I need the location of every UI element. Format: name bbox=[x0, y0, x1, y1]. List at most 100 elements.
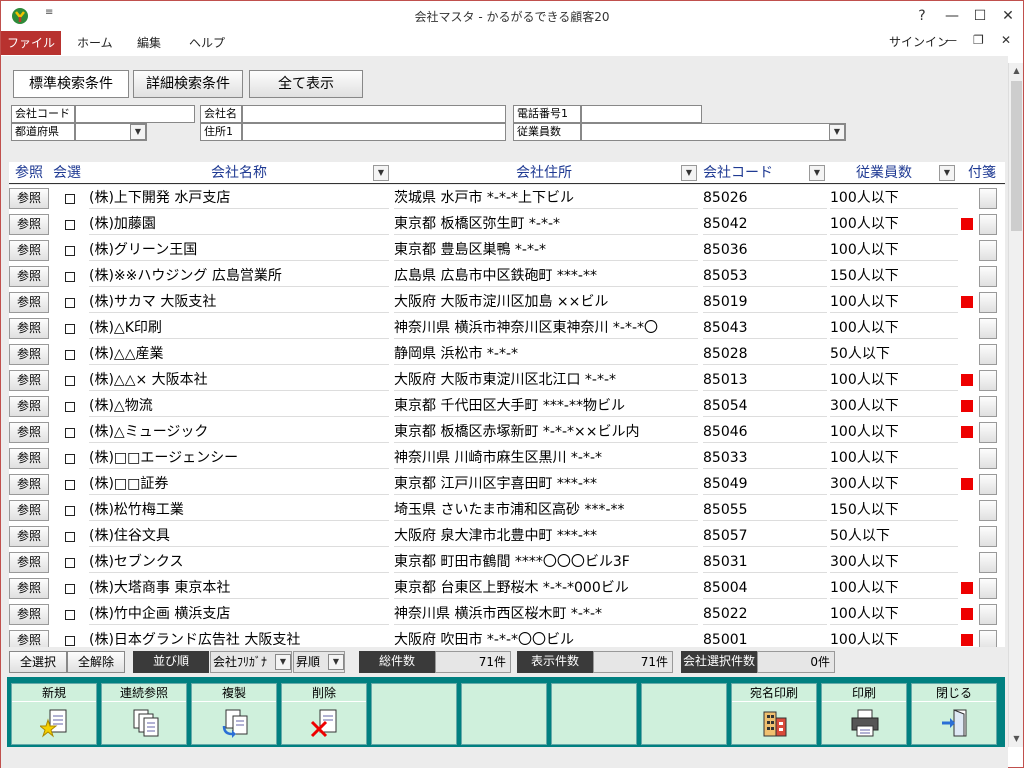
row-select-checkbox[interactable] bbox=[65, 558, 75, 568]
row-select-checkbox[interactable] bbox=[65, 402, 75, 412]
tab-help[interactable]: ヘルプ bbox=[181, 31, 233, 55]
row-ref-button[interactable]: 参照 bbox=[9, 526, 49, 547]
row-select-checkbox[interactable] bbox=[65, 220, 75, 230]
sort-field-dropdown-icon[interactable]: ▼ bbox=[275, 654, 291, 670]
table-row[interactable]: 参照 (株)△△産業 静岡県 浜松市 *-*-* 85028 50人以下 bbox=[9, 341, 1005, 367]
row-tag-button[interactable] bbox=[979, 474, 997, 495]
close-button[interactable]: ✕ bbox=[993, 1, 1023, 31]
row-ref-button[interactable]: 参照 bbox=[9, 292, 49, 313]
row-tag-button[interactable] bbox=[979, 500, 997, 521]
row-tag-button[interactable] bbox=[979, 370, 997, 391]
row-ref-button[interactable]: 参照 bbox=[9, 578, 49, 599]
ribbon-minimize-button[interactable]: — bbox=[945, 33, 957, 47]
company-name-input[interactable] bbox=[242, 105, 506, 123]
row-ref-button[interactable]: 参照 bbox=[9, 422, 49, 443]
row-ref-button[interactable]: 参照 bbox=[9, 266, 49, 287]
row-ref-button[interactable]: 参照 bbox=[9, 500, 49, 521]
row-ref-button[interactable]: 参照 bbox=[9, 630, 49, 647]
table-row[interactable]: 参照 (株)□□エージェンシー 神奈川県 川崎市麻生区黒川 *-*-* 85033 10… bbox=[9, 445, 1005, 471]
table-row[interactable]: 参照 (株)住谷文具 大阪府 泉大津市北豊中町 ***-** 85057 50人以下 bbox=[9, 523, 1005, 549]
row-select-checkbox[interactable] bbox=[65, 298, 75, 308]
table-row[interactable]: 参照 (株)松竹梅工業 埼玉県 さいたま市浦和区高砂 ***-** 85055 150人… bbox=[9, 497, 1005, 523]
employees-filter-icon[interactable]: ▼ bbox=[939, 165, 955, 181]
tab-edit[interactable]: 編集 bbox=[129, 31, 169, 55]
row-tag-button[interactable] bbox=[979, 630, 997, 647]
row-select-checkbox[interactable] bbox=[65, 636, 75, 646]
row-tag-button[interactable] bbox=[979, 604, 997, 625]
row-tag-button[interactable] bbox=[979, 552, 997, 573]
row-ref-button[interactable]: 参照 bbox=[9, 448, 49, 469]
row-tag-button[interactable] bbox=[979, 214, 997, 235]
standard-search-tab[interactable]: 標準検索条件 bbox=[13, 70, 129, 98]
row-select-checkbox[interactable] bbox=[65, 480, 75, 490]
row-tag-button[interactable] bbox=[979, 422, 997, 443]
phone1-input[interactable] bbox=[581, 105, 702, 123]
table-row[interactable]: 参照 (株)△K印刷 神奈川県 横浜市神奈川区東神奈川 *-*-*〇 85043 100… bbox=[9, 315, 1005, 341]
row-select-checkbox[interactable] bbox=[65, 532, 75, 542]
table-row[interactable]: 参照 (株)加藤園 東京都 板橋区弥生町 *-*-* 85042 100人以下 bbox=[9, 211, 1005, 237]
close-form-button[interactable]: 閉じる bbox=[911, 683, 997, 745]
table-row[interactable]: 参照 (株)グリーン王国 東京都 豊島区巣鴨 *-*-* 85036 100人以下 bbox=[9, 237, 1005, 263]
col-employees[interactable]: 従業員数 bbox=[829, 162, 939, 184]
row-tag-button[interactable] bbox=[979, 240, 997, 261]
row-tag-button[interactable] bbox=[979, 266, 997, 287]
detailed-search-tab[interactable]: 詳細検索条件 bbox=[133, 70, 243, 98]
col-company-address[interactable]: 会社住所 bbox=[394, 162, 694, 184]
table-row[interactable]: 参照 (株)大塔商事 東京本社 東京都 台東区上野桜木 *-*-*000ビル 8500… bbox=[9, 575, 1005, 601]
select-all-button[interactable]: 全選択 bbox=[9, 651, 67, 673]
table-row[interactable]: 参照 (株)セブンクス 東京都 町田市鶴間 ****〇〇〇ビル3F 85031 300人… bbox=[9, 549, 1005, 575]
row-tag-button[interactable] bbox=[979, 448, 997, 469]
row-select-checkbox[interactable] bbox=[65, 584, 75, 594]
table-row[interactable]: 参照 (株)※※ハウジング 広島営業所 広島県 広島市中区鉄砲町 ***-** 850… bbox=[9, 263, 1005, 289]
table-row[interactable]: 参照 (株)上下開発 水戸支店 茨城県 水戸市 *-*-*上下ビル 85026 100人… bbox=[9, 185, 1005, 211]
company-code-input[interactable] bbox=[75, 105, 195, 123]
col-company-code[interactable]: 会社コード bbox=[701, 162, 811, 184]
row-tag-button[interactable] bbox=[979, 318, 997, 339]
table-row[interactable]: 参照 (株)△ミュージック 東京都 板橋区赤塚新町 *-*-*××ビル内 85046 1… bbox=[9, 419, 1005, 445]
row-select-checkbox[interactable] bbox=[65, 610, 75, 620]
continuous-ref-button[interactable]: 連続参照 bbox=[101, 683, 187, 745]
scroll-up-icon[interactable]: ▲ bbox=[1009, 63, 1024, 79]
ribbon-restore-button[interactable]: ❐ bbox=[973, 33, 984, 47]
tab-file[interactable]: ファイル bbox=[1, 31, 61, 55]
sort-order-dropdown-icon[interactable]: ▼ bbox=[328, 654, 344, 670]
row-ref-button[interactable]: 参照 bbox=[9, 318, 49, 339]
tab-home[interactable]: ホーム bbox=[69, 31, 121, 55]
table-row[interactable]: 参照 (株)日本グランド広告社 大阪支社 大阪府 吹田市 *-*-*〇〇ビル 8500… bbox=[9, 627, 1005, 647]
row-tag-button[interactable] bbox=[979, 292, 997, 313]
name-filter-icon[interactable]: ▼ bbox=[373, 165, 389, 181]
copy-button[interactable]: 複製 bbox=[191, 683, 277, 745]
employees-dropdown-icon[interactable]: ▼ bbox=[829, 124, 845, 140]
row-ref-button[interactable]: 参照 bbox=[9, 214, 49, 235]
table-row[interactable]: 参照 (株)竹中企画 横浜支店 神奈川県 横浜市西区桜木町 *-*-* 85022 10… bbox=[9, 601, 1005, 627]
row-select-checkbox[interactable] bbox=[65, 428, 75, 438]
address-filter-icon[interactable]: ▼ bbox=[681, 165, 697, 181]
scroll-thumb[interactable] bbox=[1011, 81, 1022, 231]
address1-input[interactable] bbox=[242, 123, 506, 141]
table-row[interactable]: 参照 (株)□□証券 東京都 江戸川区宇喜田町 ***-** 85049 300人以下 bbox=[9, 471, 1005, 497]
row-select-checkbox[interactable] bbox=[65, 324, 75, 334]
row-ref-button[interactable]: 参照 bbox=[9, 396, 49, 417]
code-filter-icon[interactable]: ▼ bbox=[809, 165, 825, 181]
prefecture-dropdown-icon[interactable]: ▼ bbox=[130, 124, 146, 140]
label-print-button[interactable]: 宛名印刷 bbox=[731, 683, 817, 745]
maximize-button[interactable]: ☐ bbox=[965, 1, 995, 31]
table-row[interactable]: 参照 (株)△△× 大阪本社 大阪府 大阪市東淀川区北江口 *-*-* 85013 10… bbox=[9, 367, 1005, 393]
row-select-checkbox[interactable] bbox=[65, 246, 75, 256]
col-company-name[interactable]: 会社名称 bbox=[89, 162, 389, 184]
show-all-button[interactable]: 全て表示 bbox=[249, 70, 363, 98]
row-ref-button[interactable]: 参照 bbox=[9, 552, 49, 573]
row-ref-button[interactable]: 参照 bbox=[9, 240, 49, 261]
row-tag-button[interactable] bbox=[979, 396, 997, 417]
employees-select[interactable] bbox=[581, 123, 846, 141]
ribbon-close-button[interactable]: ✕ bbox=[1001, 33, 1011, 47]
row-tag-button[interactable] bbox=[979, 344, 997, 365]
scroll-down-icon[interactable]: ▼ bbox=[1009, 731, 1024, 747]
row-ref-button[interactable]: 参照 bbox=[9, 344, 49, 365]
print-button[interactable]: 印刷 bbox=[821, 683, 907, 745]
row-select-checkbox[interactable] bbox=[65, 350, 75, 360]
help-button[interactable]: ? bbox=[907, 1, 937, 31]
deselect-all-button[interactable]: 全解除 bbox=[67, 651, 125, 673]
row-select-checkbox[interactable] bbox=[65, 272, 75, 282]
row-ref-button[interactable]: 参照 bbox=[9, 474, 49, 495]
